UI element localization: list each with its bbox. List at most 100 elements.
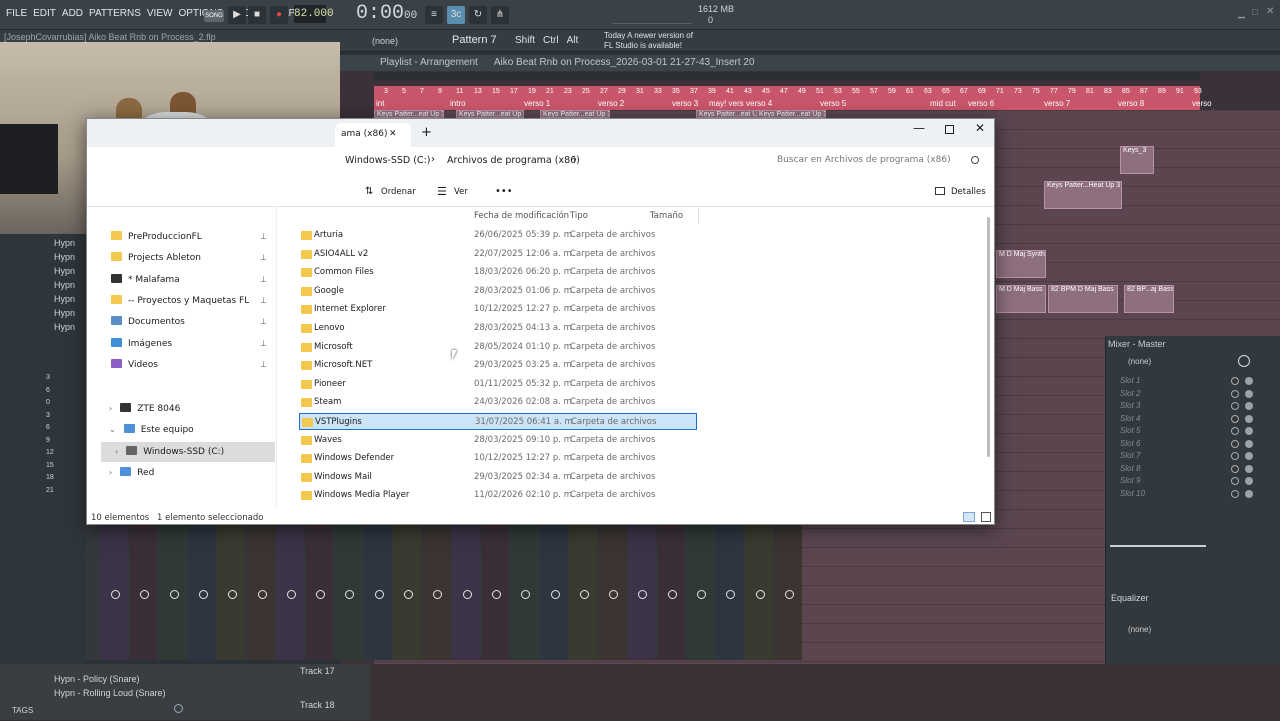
slot-led-icon[interactable] <box>1245 439 1253 448</box>
slot-knob-icon[interactable] <box>1231 439 1239 448</box>
explorer-address-bar[interactable]: Windows-SSD (C:) › Archivos de programa … <box>87 147 994 181</box>
timeline-marker[interactable]: verso 6 <box>968 99 994 108</box>
pan-knob-icon[interactable] <box>257 590 267 599</box>
playlist-clip[interactable]: Keys Patter...eat Up 3 <box>374 110 444 118</box>
browser-item-policy[interactable]: Hypn - Policy (Snare) <box>54 674 140 684</box>
search-icon[interactable] <box>174 704 183 713</box>
playlist-clip[interactable]: Keys Patter...eat Up 3 <box>540 110 610 118</box>
pattern-none-label[interactable]: (none) <box>372 36 398 46</box>
nav-quick-access-item[interactable]: Imágenes ⊥ <box>111 334 273 354</box>
timeline-marker[interactable]: verso 1 <box>524 99 550 108</box>
file-row[interactable]: Internet Explorer 10/12/2025 12:27 p. m. C… <box>299 301 697 318</box>
playlist-clip[interactable]: Keys Patter...Heat Up 3 <box>1044 181 1122 209</box>
mixer-slot[interactable]: Slot 5 <box>1120 426 1140 435</box>
browser-item-rolling-loud[interactable]: Hypn - Rolling Loud (Snare) <box>54 688 166 698</box>
timeline-marker[interactable]: verso 4 <box>746 99 772 108</box>
tiles-view-icon[interactable] <box>981 512 991 522</box>
song-mode-button[interactable]: SONG <box>204 10 224 22</box>
menu-add[interactable]: ADD <box>62 8 83 19</box>
mixer-fader-track[interactable] <box>1110 545 1206 547</box>
mixer-slot[interactable]: Slot 7 <box>1120 451 1140 460</box>
nav-tree-item[interactable]: › Windows-SSD (C:) <box>101 442 275 462</box>
chevron-down-icon[interactable]: ⌄ <box>109 425 116 434</box>
column-size[interactable]: Tamaño <box>650 211 683 221</box>
timeline-marker[interactable]: verso 7 <box>1044 99 1070 108</box>
close-window-icon[interactable]: ✕ <box>975 121 985 135</box>
modifier-alt[interactable]: Alt <box>567 35 579 46</box>
file-row[interactable]: Microsoft.NET 29/03/2025 03:25 a. m. Carpe… <box>299 357 697 374</box>
timeline-marker[interactable]: verso 3 <box>672 99 698 108</box>
pattern-selector[interactable]: Pattern 7 <box>452 34 497 46</box>
slot-knob-icon[interactable] <box>1231 377 1239 385</box>
file-row[interactable]: Common Files 18/03/2026 06:20 p. m. Carpet… <box>299 264 697 281</box>
more-options-button[interactable]: ••• <box>495 186 513 197</box>
pan-knob-icon[interactable] <box>550 590 560 599</box>
playlist-clip[interactable]: Keys Patter...eat Up 3 <box>756 110 826 118</box>
menu-file[interactable]: FILE <box>6 8 27 19</box>
play-button[interactable]: ▶ <box>228 6 246 24</box>
column-date[interactable]: Fecha de modificación <box>474 211 569 221</box>
pan-knob-icon[interactable] <box>169 590 179 599</box>
browser-item[interactable]: Hypn <box>54 308 75 318</box>
file-row[interactable]: Microsoft 28/05/2024 01:10 p. m. Carpeta d… <box>299 339 697 356</box>
pan-knob-icon[interactable] <box>404 590 413 599</box>
menu-patterns[interactable]: PATTERNS <box>89 8 141 19</box>
breadcrumb-drive[interactable]: Windows-SSD (C:) <box>345 155 430 166</box>
nav-tree-item[interactable]: ⌄ Este equipo <box>97 420 273 440</box>
pan-knob-icon[interactable] <box>198 590 208 599</box>
window-min-icon[interactable]: ▁ <box>1238 8 1245 19</box>
file-row[interactable]: ASIO4ALL v2 22/07/2025 12:06 a. m. Carpeta… <box>299 246 697 263</box>
modifier-ctrl[interactable]: Ctrl <box>543 35 559 46</box>
timeline-marker[interactable]: may! vers <box>709 99 744 108</box>
slot-knob-icon[interactable] <box>1231 489 1239 498</box>
nav-quick-access-item[interactable]: PreProduccionFL ⊥ <box>111 227 273 247</box>
mixer-slot[interactable]: Slot 4 <box>1120 414 1140 423</box>
window-max-icon[interactable]: □ <box>1252 7 1257 17</box>
chevron-right-icon[interactable]: › <box>109 404 112 413</box>
slot-knob-icon[interactable] <box>1231 402 1239 410</box>
slot-knob-icon[interactable] <box>1231 477 1239 485</box>
slot-led-icon[interactable] <box>1245 477 1253 485</box>
view-button[interactable]: Ver <box>454 187 468 197</box>
nav-quick-access-item[interactable]: Projects Ableton ⊥ <box>111 248 273 268</box>
pan-knob-icon[interactable] <box>491 590 501 599</box>
tempo-display[interactable]: 82.000 <box>294 5 334 23</box>
slot-knob-icon[interactable] <box>1231 414 1239 423</box>
pan-knob-icon[interactable] <box>697 590 706 599</box>
slot-led-icon[interactable] <box>1245 414 1253 423</box>
column-type[interactable]: Tipo <box>570 211 588 221</box>
nav-quick-access-item[interactable]: Videos ⊥ <box>111 355 273 375</box>
mixer-slot[interactable]: Slot 9 <box>1120 476 1140 485</box>
file-row[interactable]: Windows Mail 29/03/2025 02:34 a. m. Carpet… <box>299 469 697 486</box>
browser-item[interactable]: Hypn <box>54 252 75 262</box>
explorer-tab[interactable]: ama (x86) ✕ <box>335 123 411 147</box>
slot-knob-icon[interactable] <box>1231 452 1239 460</box>
slot-led-icon[interactable] <box>1245 402 1253 410</box>
timeline-marker[interactable]: mid cut <box>930 99 956 108</box>
pan-knob-icon[interactable] <box>462 590 472 599</box>
playlist-clip[interactable]: 82 BPM D Maj Bass <box>1048 285 1118 313</box>
news-panel[interactable]: Today A newer version of FL Studio is ava… <box>604 31 693 51</box>
nav-quick-access-item[interactable]: Documentos ⊥ <box>111 312 273 332</box>
slot-led-icon[interactable] <box>1245 464 1253 473</box>
minimize-icon[interactable]: — <box>913 121 925 135</box>
details-view-icon[interactable] <box>963 512 975 522</box>
nav-quick-access-item[interactable]: -- Proyectos y Maquetas FL ⊥ <box>111 291 273 311</box>
pan-knob-icon[interactable] <box>111 590 120 599</box>
slot-led-icon[interactable] <box>1245 389 1253 398</box>
playlist-clip[interactable]: Keys_3 <box>1120 146 1154 174</box>
menu-edit[interactable]: EDIT <box>33 8 56 19</box>
file-row[interactable]: Steam 24/03/2026 02:08 a. m. Carpeta de ar… <box>299 394 697 411</box>
sort-button[interactable]: Ordenar <box>381 187 416 197</box>
file-row[interactable]: Windows Defender 10/12/2025 12:27 p. m. Ca… <box>299 450 697 467</box>
chevron-right-icon[interactable]: › <box>109 468 112 477</box>
browser-item[interactable]: Hypn <box>54 322 75 332</box>
stop-button[interactable]: ■ <box>248 6 266 24</box>
playlist-clip[interactable]: M D Maj Synth <box>996 250 1046 278</box>
file-row[interactable]: Pioneer 01/11/2025 05:32 p. m. Carpeta de … <box>299 376 697 393</box>
slot-led-icon[interactable] <box>1245 377 1253 385</box>
file-row[interactable]: Waves 28/03/2025 09:10 p. m. Carpeta de ar… <box>299 432 697 449</box>
pan-knob-icon[interactable] <box>374 590 384 599</box>
metronome-icon[interactable]: ≡ <box>425 6 443 24</box>
pan-knob-icon[interactable] <box>579 590 589 599</box>
